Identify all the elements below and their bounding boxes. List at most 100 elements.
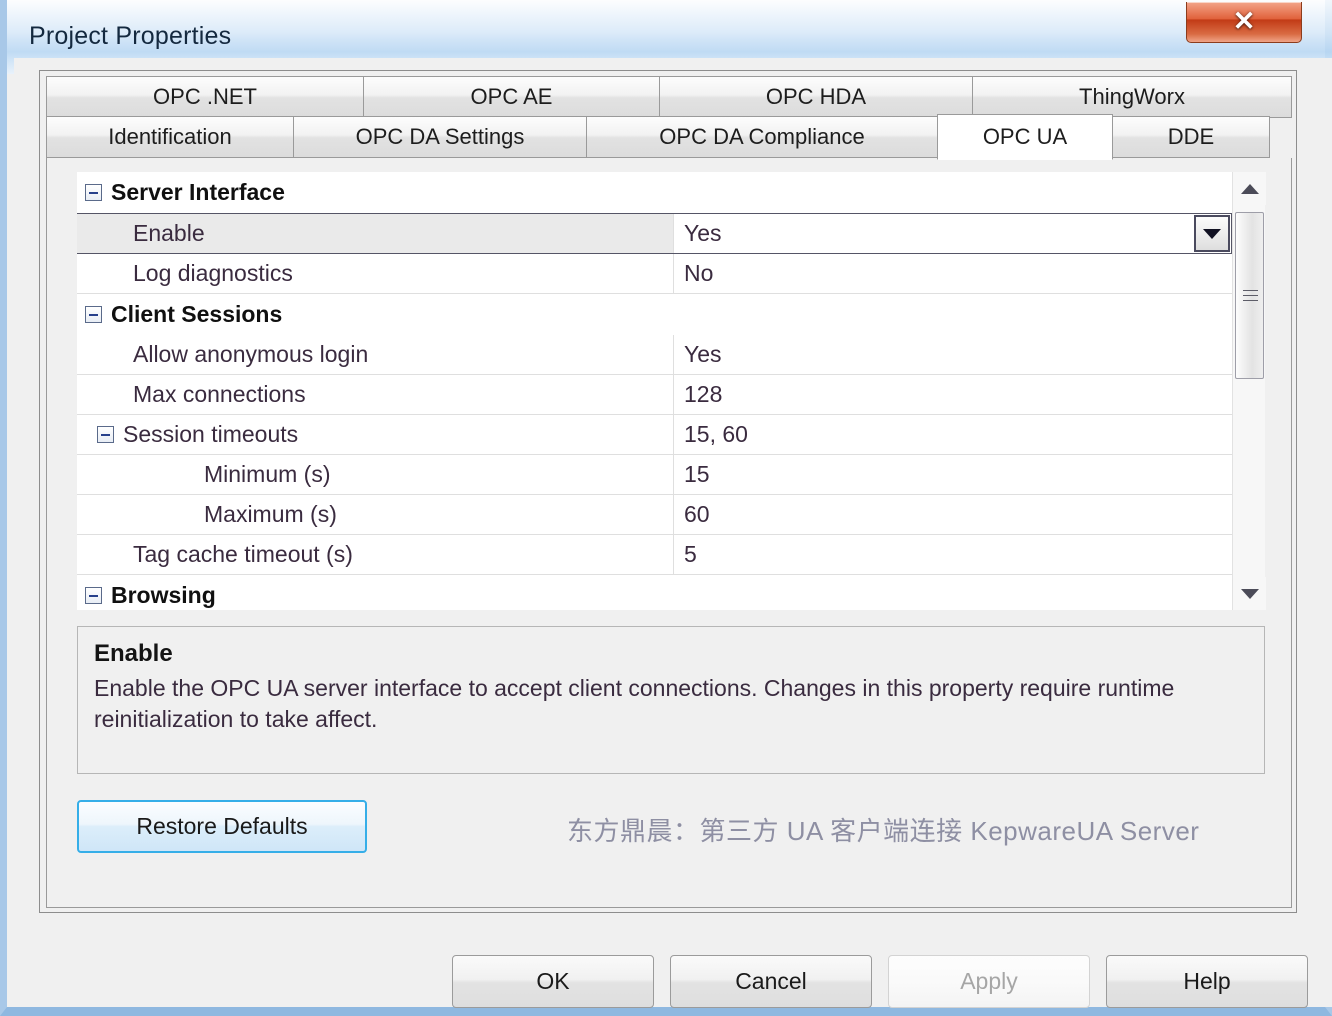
property-row[interactable]: Log diagnostics No [77, 254, 1232, 294]
tab-thingworx[interactable]: ThingWorx [972, 76, 1292, 118]
property-label-cell: Tag cache timeout (s) [77, 535, 674, 574]
property-value: 60 [684, 501, 710, 527]
tab-control: OPC .NET OPC AE OPC HDA ThingWorx Identific… [39, 70, 1297, 913]
restore-defaults-button[interactable]: Restore Defaults [77, 800, 367, 853]
tab-label: OPC UA [982, 124, 1068, 149]
tab-opc-ae[interactable]: OPC AE [363, 76, 660, 118]
property-value-cell[interactable]: 15 [674, 455, 1232, 494]
property-label-cell: Maximum (s) [77, 495, 674, 534]
property-category-row[interactable]: Client Sessions [77, 294, 1232, 335]
dialog-client-area: OPC .NET OPC AE OPC HDA ThingWorx Identific… [14, 58, 1332, 1008]
close-button[interactable]: ✕ [1186, 2, 1302, 43]
chevron-down-icon [1240, 588, 1259, 599]
property-label: Session timeouts [123, 421, 299, 447]
property-label: Maximum (s) [204, 501, 337, 527]
chevron-up-icon [1240, 183, 1259, 194]
tab-identification[interactable]: Identification [46, 116, 294, 158]
property-value: 5 [684, 541, 697, 567]
property-value: 15, 60 [684, 421, 748, 447]
tab-row-lower: Identification OPC DA Settings OPC DA Comp… [46, 114, 1293, 160]
property-label: Browsing [111, 582, 216, 608]
tab-opc-da-compliance[interactable]: OPC DA Compliance [586, 116, 938, 158]
property-label: Allow anonymous login [133, 341, 369, 367]
property-grid[interactable]: Server Interface Enable Yes Log diagnostics… [77, 172, 1232, 610]
property-label-cell: Browsing [77, 575, 216, 610]
property-value-cell[interactable]: 5 [674, 535, 1232, 574]
description-pane: Enable Enable the OPC UA server interfac… [77, 626, 1265, 774]
scrollbar-thumb[interactable] [1235, 212, 1264, 379]
tab-label: OPC HDA [765, 84, 867, 109]
restore-defaults-label: Restore Defaults [136, 813, 308, 839]
property-row[interactable]: Session timeouts 15, 60 [77, 415, 1232, 455]
property-value: 128 [684, 381, 723, 407]
scroll-up-button[interactable] [1233, 172, 1266, 205]
tab-dde[interactable]: DDE [1112, 116, 1270, 158]
description-title: Enable [94, 640, 173, 667]
tab-label: ThingWorx [1079, 84, 1185, 109]
tab-opc-ua[interactable]: OPC UA [937, 114, 1113, 160]
tab-opc-net[interactable]: OPC .NET [46, 76, 364, 118]
help-button-label: Help [1183, 968, 1231, 994]
grip-icon [1243, 289, 1258, 301]
tab-row-upper: OPC .NET OPC AE OPC HDA ThingWorx [46, 76, 1293, 118]
tab-label: OPC DA Compliance [659, 124, 865, 149]
chevron-down-icon [1203, 228, 1221, 239]
property-grid-scrollbar[interactable] [1232, 172, 1266, 610]
property-value-cell[interactable]: 15, 60 [674, 415, 1232, 454]
property-label-cell: Session timeouts [77, 415, 674, 454]
tab-label: OPC DA Settings [355, 124, 525, 149]
property-value-cell[interactable]: 60 [674, 495, 1232, 534]
help-button[interactable]: Help [1106, 955, 1308, 1008]
property-row[interactable]: Allow anonymous login Yes [77, 335, 1232, 375]
property-label: Tag cache timeout (s) [133, 541, 353, 567]
apply-button: Apply [888, 955, 1090, 1008]
value-dropdown-button[interactable] [1194, 215, 1230, 252]
collapse-expander-icon[interactable] [85, 587, 102, 604]
collapse-expander-icon[interactable] [97, 426, 114, 443]
property-label-cell: Minimum (s) [77, 455, 674, 494]
description-text: Enable the OPC UA server interface to ac… [94, 675, 1175, 733]
property-label-cell: Allow anonymous login [77, 335, 674, 374]
ok-button[interactable]: OK [452, 955, 654, 1008]
tab-opc-da-settings[interactable]: OPC DA Settings [293, 116, 587, 158]
property-label: Enable [133, 220, 205, 246]
cancel-button-label: Cancel [735, 968, 807, 994]
tab-label: Identification [108, 124, 232, 149]
property-value: Yes [684, 341, 722, 367]
collapse-expander-icon[interactable] [85, 306, 102, 323]
ok-button-label: OK [536, 968, 570, 994]
property-category-row[interactable]: Server Interface [77, 172, 1232, 213]
tab-opc-hda[interactable]: OPC HDA [659, 76, 973, 118]
tab-label: OPC AE [470, 84, 553, 109]
property-row[interactable]: Minimum (s) 15 [77, 455, 1232, 495]
watermark-text: 东方鼎晨：第三方 UA 客户端连接 KepwareUA Server [567, 816, 1200, 846]
property-label: Client Sessions [111, 301, 283, 327]
scroll-down-button[interactable] [1233, 577, 1266, 610]
property-label: Server Interface [111, 179, 285, 205]
property-label-cell: Enable [77, 214, 674, 253]
property-value-cell[interactable]: 128 [674, 375, 1232, 414]
property-row[interactable]: Tag cache timeout (s) 5 [77, 535, 1232, 575]
property-label-cell: Log diagnostics [77, 254, 674, 293]
property-grid-wrapper: Server Interface Enable Yes Log diagnostics… [77, 172, 1266, 610]
cancel-button[interactable]: Cancel [670, 955, 872, 1008]
property-value-cell[interactable]: Yes [674, 214, 1232, 253]
property-value: 15 [684, 461, 710, 487]
project-properties-window: Project Properties ✕ OPC .NET OPC AE OPC H… [0, 0, 1332, 1016]
property-value-cell[interactable]: No [674, 254, 1232, 293]
tab-page-opc-ua: Server Interface Enable Yes Log diagnostics… [46, 158, 1292, 908]
property-value: No [684, 260, 714, 286]
property-row[interactable]: Maximum (s) 60 [77, 495, 1232, 535]
property-row[interactable]: Enable Yes [77, 213, 1232, 254]
apply-button-label: Apply [960, 968, 1018, 994]
property-category-row[interactable]: Browsing [77, 575, 1232, 610]
collapse-expander-icon[interactable] [85, 184, 102, 201]
property-row[interactable]: Max connections 128 [77, 375, 1232, 415]
property-label: Max connections [133, 381, 306, 407]
tab-label: DDE [1167, 124, 1215, 149]
close-icon: ✕ [1232, 5, 1256, 36]
tab-label: OPC .NET [153, 84, 257, 109]
property-label: Log diagnostics [133, 260, 293, 286]
property-label-cell: Client Sessions [77, 294, 282, 335]
property-value-cell[interactable]: Yes [674, 335, 1232, 374]
